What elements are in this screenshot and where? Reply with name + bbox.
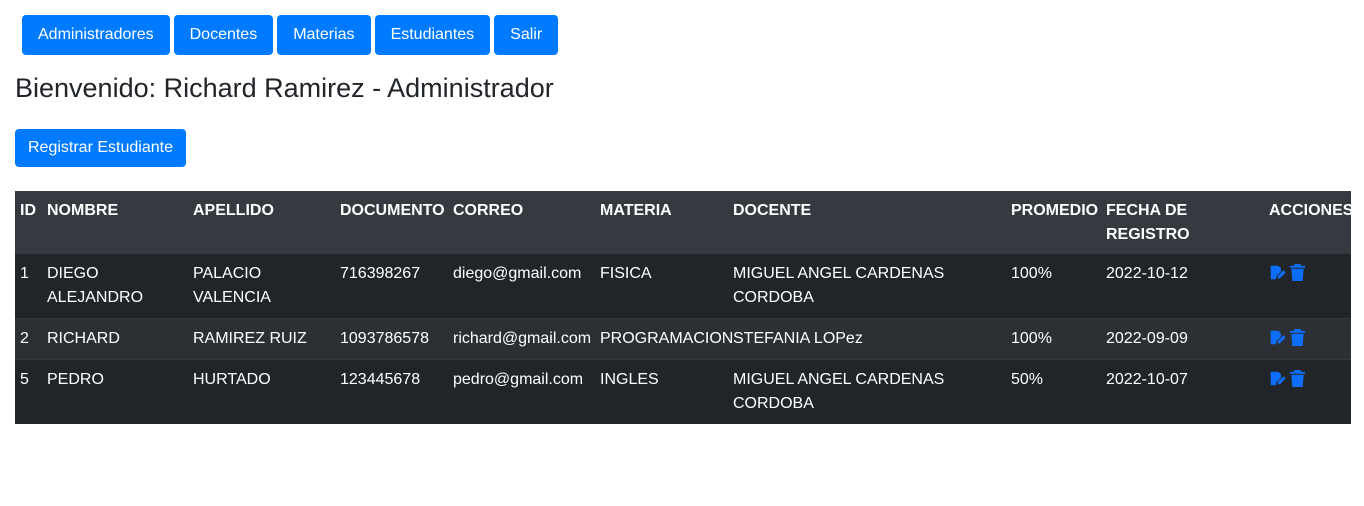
cell-documento: 1093786578 (340, 330, 429, 347)
nav-docentes-button[interactable]: Docentes (173, 15, 274, 55)
nav-materias-button[interactable]: Materias (277, 15, 371, 55)
cell-acciones (1264, 360, 1351, 425)
cell-docente: STEFANIA LOPez (733, 330, 863, 347)
welcome-heading: Bienvenido: Richard Ramirez - Administra… (15, 73, 554, 103)
header-apellido: APELLIDO (193, 202, 274, 219)
header-docente: DOCENTE (733, 202, 812, 219)
table-row: 2 RICHARD RAMIREZ RUIZ 1093786578 richar… (15, 318, 1351, 360)
header-correo: CORREO (453, 202, 524, 219)
header-materia: MATERIA (600, 202, 672, 219)
nav-estudiantes-button[interactable]: Estudiantes (374, 15, 491, 55)
cell-apellido: HURTADO (193, 371, 271, 388)
cell-docente: MIGUEL ANGEL CARDENAS CORDOBA (733, 371, 945, 412)
cell-id: 2 (20, 330, 29, 347)
cell-fecha: 2022-09-09 (1106, 330, 1188, 347)
trash-icon[interactable] (1289, 370, 1306, 387)
edit-icon[interactable] (1269, 370, 1286, 387)
header-documento: DOCUMENTO (340, 202, 445, 219)
cell-id: 1 (20, 265, 29, 282)
header-acciones: ACCIONES (1269, 202, 1354, 219)
cell-correo: diego@gmail.com (453, 265, 582, 282)
header-promedio: PROMEDIO (1011, 202, 1099, 219)
cell-correo: pedro@gmail.com (453, 371, 584, 388)
cell-apellido: PALACIO VALENCIA (193, 265, 271, 306)
row-actions (1269, 262, 1351, 281)
cell-nombre: PEDRO (47, 371, 104, 388)
cell-apellido: RAMIREZ RUIZ (193, 330, 307, 347)
cell-documento: 716398267 (340, 265, 421, 282)
cell-promedio: 100% (1011, 330, 1052, 347)
cell-materia: INGLES (600, 371, 659, 388)
trash-icon[interactable] (1289, 264, 1306, 281)
cell-id: 5 (20, 371, 29, 388)
cell-acciones (1264, 254, 1351, 319)
edit-icon[interactable] (1269, 264, 1286, 281)
cell-fecha: 2022-10-12 (1106, 265, 1188, 282)
trash-icon[interactable] (1289, 329, 1306, 346)
cell-nombre: DIEGO ALEJANDRO (47, 265, 144, 306)
top-nav: Administradores Docentes Materias Estudi… (22, 15, 562, 55)
header-fecha: FECHA DE REGISTRO (1106, 202, 1190, 243)
table-header-row: ID NOMBRE APELLIDO DOCUMENTO CORREO MATE… (15, 191, 1354, 254)
nav-administradores-button[interactable]: Administradores (22, 15, 170, 55)
cell-acciones (1264, 319, 1351, 360)
table-row: 1 DIEGO ALEJANDRO PALACIO VALENCIA 71639… (15, 253, 1351, 319)
cell-promedio: 50% (1011, 371, 1044, 388)
header-nombre: NOMBRE (47, 202, 119, 219)
cell-docente: MIGUEL ANGEL CARDENAS CORDOBA (733, 265, 945, 306)
students-table: ID NOMBRE APELLIDO DOCUMENTO CORREO MATE… (15, 191, 1354, 425)
register-student-button[interactable]: Registrar Estudiante (15, 129, 186, 167)
table-row: 5 PEDRO HURTADO 123445678 pedro@gmail.co… (15, 359, 1351, 425)
edit-icon[interactable] (1269, 329, 1286, 346)
row-actions (1269, 327, 1351, 346)
cell-documento: 123445678 (340, 371, 421, 388)
table-header: ID NOMBRE APELLIDO DOCUMENTO CORREO MATE… (15, 191, 1354, 254)
cell-materia: FISICA (600, 265, 652, 282)
students-table-container: ID NOMBRE APELLIDO DOCUMENTO CORREO MATE… (15, 191, 1354, 425)
cell-nombre: RICHARD (47, 330, 120, 347)
cell-materia: PROGRAMACION (600, 330, 734, 347)
nav-salir-button[interactable]: Salir (494, 15, 559, 55)
cell-correo: richard@gmail.com (453, 330, 592, 347)
cell-fecha: 2022-10-07 (1106, 371, 1188, 388)
cell-promedio: 100% (1011, 265, 1052, 282)
header-id: ID (20, 202, 36, 219)
row-actions (1269, 368, 1351, 387)
table-body: 1 DIEGO ALEJANDRO PALACIO VALENCIA 71639… (15, 253, 1351, 425)
